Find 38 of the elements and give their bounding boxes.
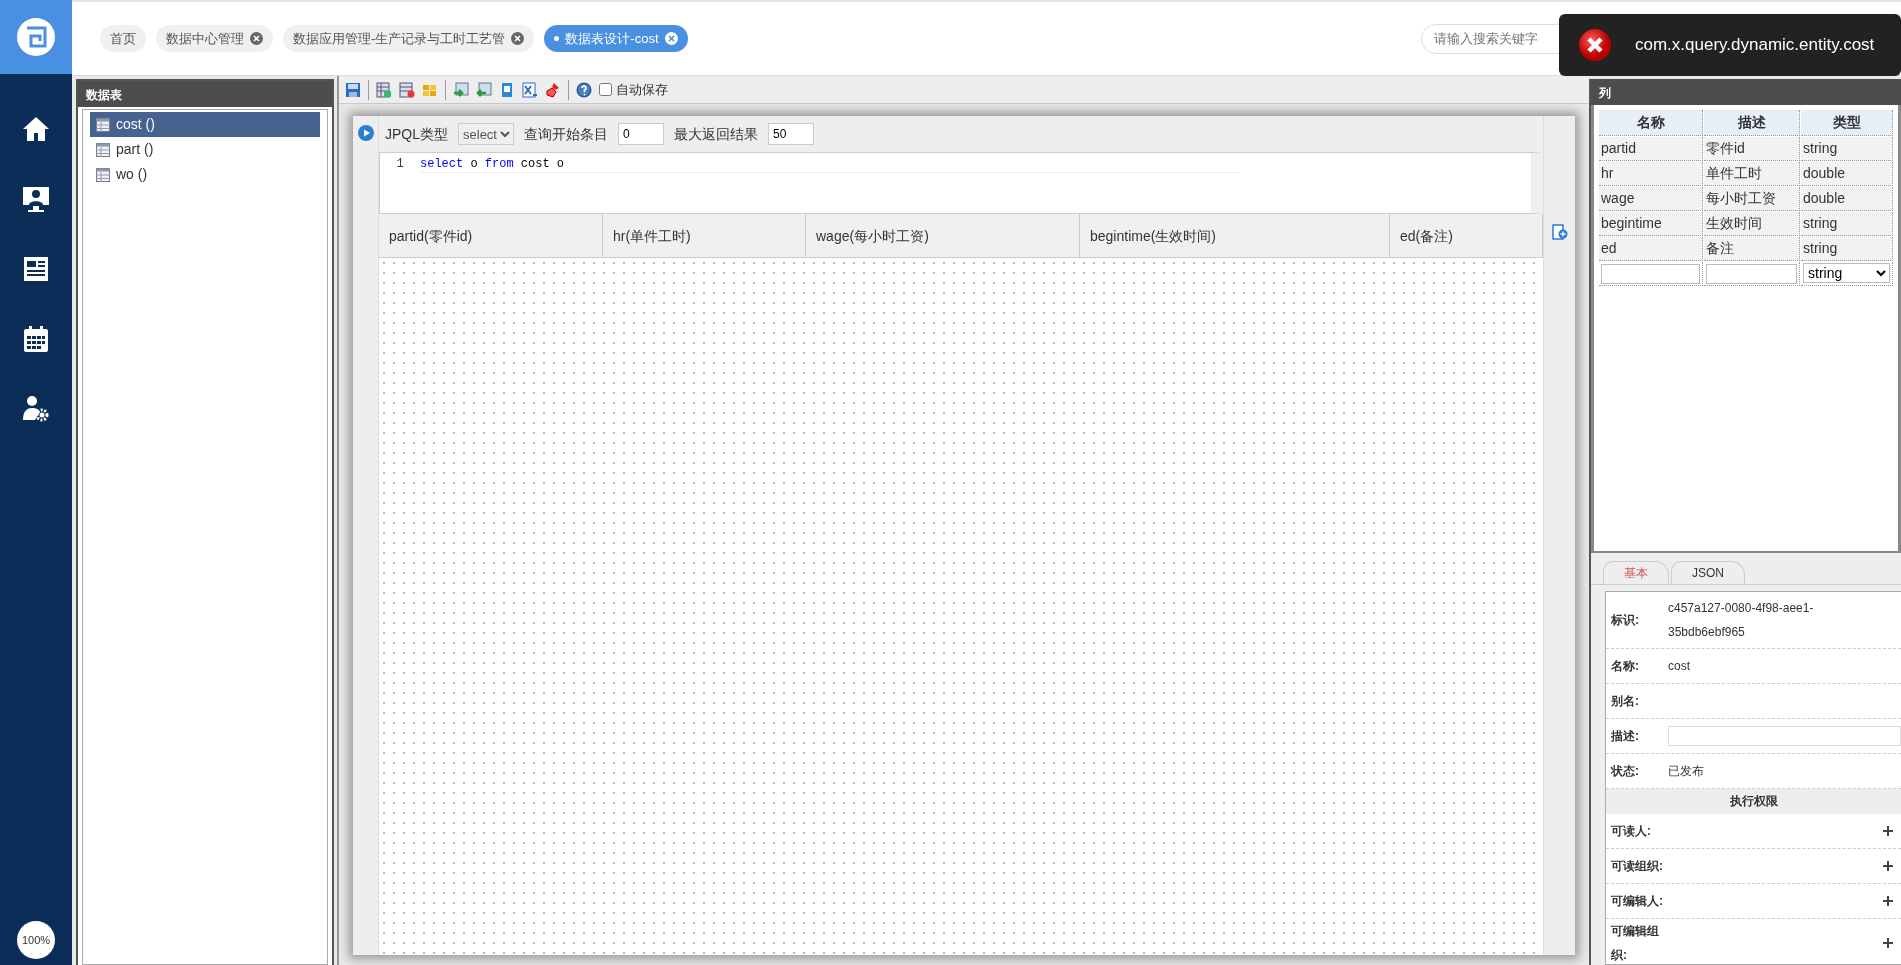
- column-header: 名称: [1599, 110, 1703, 136]
- table-cell: 每小时工资: [1704, 187, 1800, 211]
- table-cell: 零件id: [1704, 137, 1800, 161]
- start-label: 查询开始条目: [524, 124, 608, 144]
- field-label: 名称:: [1610, 658, 1640, 675]
- field-value: cost: [1668, 658, 1691, 675]
- field-value: 已发布: [1668, 763, 1705, 780]
- field-label: 可读人:: [1611, 823, 1652, 840]
- field-label: 可编辑人:: [1611, 893, 1664, 910]
- table-cell: ed: [1599, 237, 1703, 261]
- field-value: c457a127-0080-4f98-aee1-35bdb6ebf965: [1668, 600, 1815, 641]
- field-label: 别名:: [1610, 693, 1640, 710]
- table-cell: string: [1801, 137, 1893, 161]
- field-label: 可编辑组织:: [1611, 923, 1660, 964]
- table-cell: 备注: [1704, 237, 1800, 261]
- table-cell: string: [1801, 212, 1893, 236]
- line-number: 1: [395, 156, 405, 173]
- field-label: 可读组织:: [1611, 858, 1664, 875]
- field-label: 描述:: [1610, 728, 1640, 745]
- table-cell: 单件工时: [1704, 162, 1800, 186]
- table-cell: 生效时间: [1704, 212, 1800, 236]
- table-cell: double: [1801, 162, 1893, 186]
- max-results-label: 最大返回结果: [674, 124, 758, 144]
- section-title: 执行权限: [1606, 789, 1901, 814]
- panel-title: 列: [1591, 79, 1901, 105]
- field-label: 标识:: [1610, 612, 1640, 629]
- table-cell: double: [1801, 187, 1893, 211]
- field-label: 状态:: [1609, 763, 1640, 780]
- column-header: 类型: [1801, 110, 1893, 136]
- table-cell: partid: [1599, 137, 1703, 161]
- toast-message: com.x.query.dynamic.entity.cost: [1635, 34, 1875, 57]
- panel-title: 数据表: [78, 81, 332, 107]
- table-cell: string: [1801, 237, 1893, 261]
- table-cell: wage: [1599, 187, 1703, 211]
- column-header: 描述: [1704, 110, 1800, 136]
- type-label: JPQL类型: [385, 124, 448, 144]
- table-cell: begintime: [1599, 212, 1703, 236]
- table-cell: hr: [1599, 162, 1703, 186]
